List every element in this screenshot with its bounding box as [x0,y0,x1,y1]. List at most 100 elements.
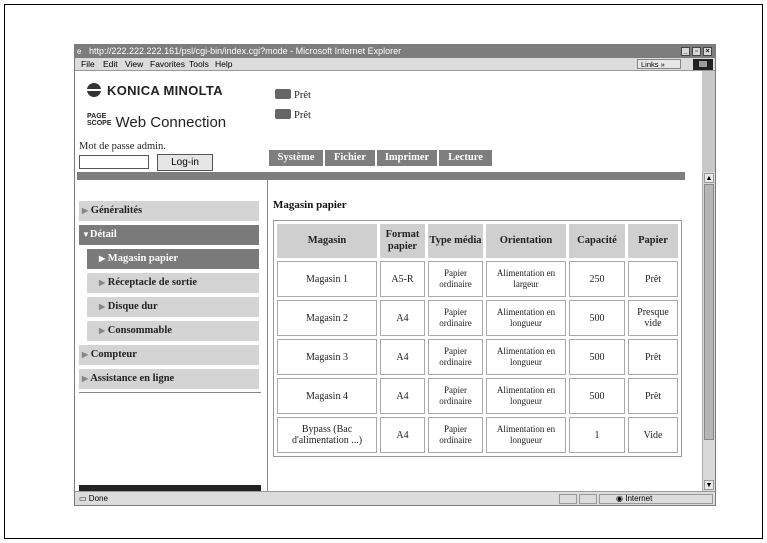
table-cell: Magasin 4 [277,378,377,414]
table-cell: A4 [380,300,425,336]
arrow-down-icon: ▼ [82,230,90,239]
table-cell: Prêt [628,378,678,414]
globe-icon: ◉ [616,494,623,503]
menu-file[interactable]: File [81,58,95,71]
table-cell: Bypass (Bac d'alimentation ...) [277,417,377,453]
vertical-scrollbar[interactable]: ▲ ▼ [702,172,715,491]
table-cell: Alimentation en longueur [486,378,566,414]
globe-icon [87,83,101,97]
table-cell: Prêt [628,261,678,297]
menu-view[interactable]: View [125,58,143,71]
table-row: Magasin 4 A4 Papier ordinaire Alimentati… [277,378,678,414]
login-button[interactable]: Log-in [157,154,213,171]
konica-minolta-logo: KONICA MINOLTA [87,83,223,98]
sidebar-item-generalites[interactable]: ▶ Généralités [79,201,259,221]
sidebar-item-compteur[interactable]: ▶ Compteur [79,345,259,365]
page-content: KONICA MINOLTA PAGE SCOPE Web Connection M… [75,71,702,491]
table-cell: Alimentation en largeur [486,261,566,297]
column-header: Format papier [380,224,425,258]
scroll-down-arrow-icon[interactable]: ▼ [704,480,714,490]
page-title: Magasin papier [273,199,347,211]
table-cell: Papier ordinaire [428,261,483,297]
table-cell: A4 [380,339,425,375]
arrow-right-icon: ▶ [99,278,106,287]
table-row: Magasin 1 A5-R Papier ordinaire Alimenta… [277,261,678,297]
table-row: Bypass (Bac d'alimentation ...) A4 Papie… [277,417,678,453]
product-name: Web Connection [115,114,227,131]
printer-icon [275,89,291,99]
maximize-button[interactable]: ▫ [692,47,701,56]
scroll-up-arrow-icon[interactable]: ▲ [704,173,714,183]
sidebar-divider [79,392,261,393]
tab-systeme[interactable]: Système [269,150,323,166]
table-cell: Prêt [628,339,678,375]
arrow-right-icon: ▶ [99,254,106,263]
scanner-icon [275,109,291,119]
password-label: Mot de passe admin. [79,141,166,152]
menu-help[interactable]: Help [215,58,232,71]
arrow-right-icon: ▶ [82,374,89,383]
column-header: Papier [628,224,678,258]
sidebar-item-detail[interactable]: ▼Détail [79,225,259,245]
table-cell: Magasin 2 [277,300,377,336]
brand-name: KONICA MINOLTA [107,83,223,98]
table-cell: Papier ordinaire [428,300,483,336]
links-button[interactable]: Links » [637,59,681,69]
title-bar[interactable]: e http://222.222.222.161/psl/cgi-bin/ind… [75,45,715,58]
table-cell: Magasin 3 [277,339,377,375]
status-cell [559,494,577,504]
status-text: ▭ Done [79,494,108,503]
pagescope-mark: PAGE SCOPE [87,113,112,127]
tab-lecture[interactable]: Lecture [439,150,492,166]
column-header: Orientation [486,224,566,258]
column-header: Capacité [569,224,625,258]
sidebar-item-magasin-papier[interactable]: ▶ Magasin papier [87,249,259,269]
arrow-right-icon: ▶ [82,350,89,359]
table-cell: Papier ordinaire [428,339,483,375]
table-cell: Papier ordinaire [428,417,483,453]
sidebar-separator [267,180,268,491]
menu-tools[interactable]: Tools [189,58,209,71]
menu-edit[interactable]: Edit [103,58,118,71]
ie-icon: e [77,47,82,56]
table-cell: A5-R [380,261,425,297]
minimize-button[interactable]: _ [681,47,690,56]
sidebar-item-receptacle[interactable]: ▶ Réceptacle de sortie [87,273,259,293]
arrow-right-icon: ▶ [99,326,106,335]
window-title: http://222.222.222.161/psl/cgi-bin/index… [89,46,402,56]
table-header-row: Magasin Format papier Type média Orienta… [277,224,678,258]
scroll-thumb[interactable] [704,184,714,440]
printer-status-2: Prêt [275,109,311,121]
sidebar-item-disque-dur[interactable]: ▶ Disque dur [87,297,259,317]
close-button[interactable]: × [703,47,712,56]
menu-bar: File Edit View Favorites Tools Help Link… [75,58,715,71]
sidebar-item-assistance[interactable]: ▶ Assistance en ligne [79,369,259,389]
column-header: Magasin [277,224,377,258]
table-row: Magasin 2 A4 Papier ordinaire Alimentati… [277,300,678,336]
table-cell: 250 [569,261,625,297]
table-cell: 500 [569,378,625,414]
table-cell: Alimentation en longueur [486,339,566,375]
column-header: Type média [428,224,483,258]
table-cell: Alimentation en longueur [486,417,566,453]
arrow-right-icon: ▶ [99,302,106,311]
security-zone: ◉ Internet [599,494,713,504]
table-cell: 500 [569,300,625,336]
status-bar: ▭ Done ◉ Internet [75,491,715,505]
pagescope-logo: PAGE SCOPE Web Connection [87,113,226,131]
tab-imprimer[interactable]: Imprimer [377,150,437,166]
sidebar-item-consommable[interactable]: ▶ Consommable [87,321,259,341]
table-cell: 500 [569,339,625,375]
table-cell: Presque vide [628,300,678,336]
table-cell: A4 [380,378,425,414]
table-cell: Alimentation en longueur [486,300,566,336]
tab-fichier[interactable]: Fichier [325,150,375,166]
status-cell [579,494,597,504]
password-input[interactable] [79,155,149,169]
table-cell: Papier ordinaire [428,378,483,414]
menu-favorites[interactable]: Favorites [150,58,185,71]
table-cell: Vide [628,417,678,453]
header-divider [77,172,685,180]
table-cell: Magasin 1 [277,261,377,297]
table-row: Magasin 3 A4 Papier ordinaire Alimentati… [277,339,678,375]
